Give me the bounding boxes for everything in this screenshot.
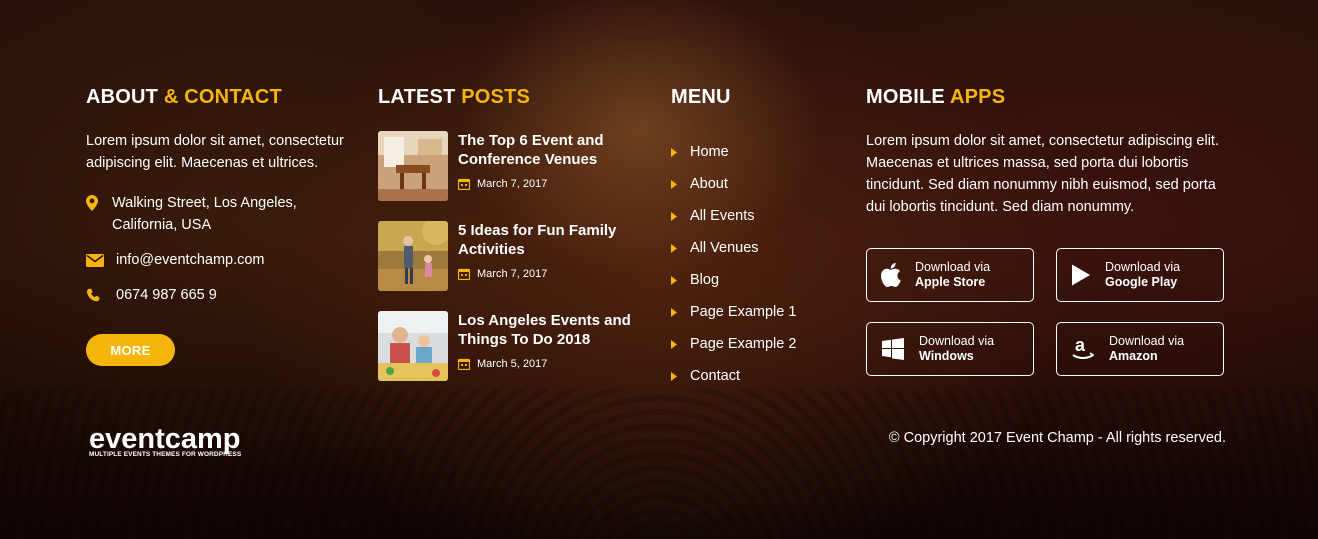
about-text: Lorem ipsum dolor sit amet, consectetur … [86,133,344,171]
envelope-icon [86,249,116,271]
windows-store-button[interactable]: Download via Windows [866,322,1034,376]
menu-heading: MENU [671,86,731,108]
heading-main: MOBILE [866,86,945,108]
menu-item-page-example-2[interactable]: Page Example 2 [671,328,851,360]
heading-main: LATEST [378,86,456,108]
latest-posts-heading: LATEST POSTS [378,86,648,108]
app-download-buttons: Download via Apple Store Download via Go… [866,248,1236,376]
contact-phone[interactable]: 0674 987 665 9 [86,284,356,306]
chevron-right-icon [671,179,690,189]
post-item[interactable]: Los Angeles Events and Things To Do 2018… [378,311,648,381]
menu-item-label[interactable]: All Events [690,208,754,224]
post-title[interactable]: Los Angeles Events and Things To Do 2018 [458,311,648,349]
menu-item-label[interactable]: About [690,176,728,192]
google-play-icon [1057,264,1105,286]
post-date: March 5, 2017 [458,358,648,370]
heading-main: ABOUT [86,86,159,108]
post-item[interactable]: The Top 6 Event and Conference Venues Ma… [378,131,648,201]
chevron-right-icon [671,243,690,253]
menu-list: Home About All Events All Venues Blog Pa… [671,136,851,392]
menu-item-label[interactable]: All Venues [690,240,759,256]
button-store-name: Windows [919,349,974,363]
chevron-right-icon [671,147,690,157]
apple-icon [867,263,915,287]
menu-item-label[interactable]: Home [690,144,729,160]
menu-item-label[interactable]: Blog [690,272,719,288]
latest-posts-column: LATEST POSTS The Top 6 Event and Confere… [378,86,648,381]
button-caption: Download via [1105,260,1181,274]
chevron-right-icon [671,371,690,381]
contact-list: Walking Street, Los Angeles, California,… [86,192,356,306]
menu-item-label[interactable]: Page Example 1 [690,304,796,320]
post-title[interactable]: The Top 6 Event and Conference Venues [458,131,648,169]
contact-email[interactable]: info@eventchamp.com [86,249,356,271]
menu-column: MENU Home About All Events All Venues Bl… [671,86,851,392]
menu-item-label[interactable]: Page Example 2 [690,336,796,352]
post-item[interactable]: 5 Ideas for Fun Family Activities March … [378,221,648,291]
site-footer: ABOUT & CONTACT Lorem ipsum dolor sit am… [0,0,1318,539]
calendar-icon [458,178,470,190]
address-line-1: Walking Street, Los Angeles, [112,195,297,211]
button-caption: Download via [915,260,991,274]
menu-item-contact[interactable]: Contact [671,360,851,392]
mobile-apps-column: MOBILE APPS Lorem ipsum dolor sit amet, … [866,86,1236,376]
logo-wordmark: eventcamp [89,423,241,455]
chevron-right-icon [671,275,690,285]
apps-text: Lorem ipsum dolor sit amet, consectetur … [866,133,1219,215]
calendar-icon [458,268,470,280]
windows-icon [867,338,919,360]
calendar-icon [458,358,470,370]
amazon-icon: a [1057,336,1109,362]
post-date-text: March 5, 2017 [477,358,548,370]
post-date-text: March 7, 2017 [477,178,548,190]
post-date-text: March 7, 2017 [477,268,548,280]
svg-text:a: a [1075,336,1086,355]
button-store-name: Apple Store [915,275,986,289]
post-thumbnail[interactable] [378,221,448,291]
about-contact-column: ABOUT & CONTACT Lorem ipsum dolor sit am… [86,86,356,366]
phone-icon [86,284,116,306]
menu-item-all-events[interactable]: All Events [671,200,851,232]
chevron-right-icon [671,307,690,317]
menu-item-blog[interactable]: Blog [671,264,851,296]
more-button[interactable]: MORE [86,334,175,366]
chevron-right-icon [671,339,690,349]
about-contact-heading: ABOUT & CONTACT [86,86,356,108]
button-store-name: Amazon [1109,349,1158,363]
menu-item-page-example-1[interactable]: Page Example 1 [671,296,851,328]
menu-item-label[interactable]: Contact [690,368,740,384]
button-caption: Download via [1109,334,1185,348]
post-list: The Top 6 Event and Conference Venues Ma… [378,131,648,381]
post-title[interactable]: 5 Ideas for Fun Family Activities [458,221,648,259]
eventcamp-logo[interactable]: eventcamp MULTIPLE EVENTS THEMES FOR WOR… [89,424,241,458]
menu-item-home[interactable]: Home [671,136,851,168]
apple-store-button[interactable]: Download via Apple Store [866,248,1034,302]
menu-item-all-venues[interactable]: All Venues [671,232,851,264]
amazon-button[interactable]: a Download via Amazon [1056,322,1224,376]
heading-accent: & CONTACT [163,86,282,108]
post-thumbnail[interactable] [378,311,448,381]
google-play-button[interactable]: Download via Google Play [1056,248,1224,302]
contact-address: Walking Street, Los Angeles, California,… [86,192,356,236]
mobile-apps-heading: MOBILE APPS [866,86,1236,108]
heading-accent: APPS [950,86,1006,108]
logo-tagline: MULTIPLE EVENTS THEMES FOR WORDPRESS [89,451,242,458]
phone-text[interactable]: 0674 987 665 9 [116,284,217,306]
chevron-right-icon [671,211,690,221]
menu-item-about[interactable]: About [671,168,851,200]
heading-accent: POSTS [461,86,531,108]
post-date: March 7, 2017 [458,178,648,190]
email-text[interactable]: info@eventchamp.com [116,249,265,271]
map-marker-icon [86,192,112,214]
post-date: March 7, 2017 [458,268,648,280]
copyright-text: © Copyright 2017 Event Champ - All right… [888,430,1226,446]
button-caption: Download via [919,334,995,348]
post-thumbnail[interactable] [378,131,448,201]
address-line-2: California, USA [112,217,212,233]
button-store-name: Google Play [1105,275,1178,289]
